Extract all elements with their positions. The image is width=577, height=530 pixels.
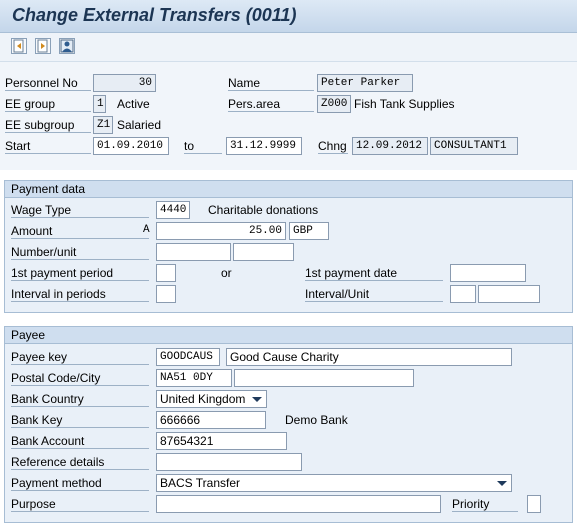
chng-date-field: 12.09.2012	[352, 137, 428, 155]
pers-area-field: Z000	[317, 95, 351, 113]
or-label: or	[221, 266, 232, 280]
bank-account-label: Bank Account	[11, 434, 149, 449]
first-payment-period-input[interactable]	[156, 264, 176, 282]
wage-type-input[interactable]: 4440	[156, 201, 190, 219]
wage-type-label: Wage Type	[11, 203, 149, 218]
amount-sign: A	[143, 224, 150, 236]
title-bar: Change External Transfers (0011)	[0, 0, 577, 33]
payment-data-header: Payment data	[5, 181, 572, 198]
bank-country-value: United Kingdom	[160, 392, 246, 406]
chng-label: Chng	[318, 139, 348, 154]
chng-user-field: CONSULTANT1	[430, 137, 518, 155]
start-label: Start	[5, 139, 91, 154]
postal-code-input[interactable]: NA51 0DY	[156, 369, 232, 387]
payee-title: Payee	[11, 328, 46, 342]
chevron-down-icon	[497, 481, 507, 486]
name-label: Name	[228, 76, 314, 91]
ee-subgroup-field: Z1	[93, 116, 113, 134]
priority-input[interactable]	[527, 495, 541, 513]
number-input[interactable]	[156, 243, 231, 261]
bank-name-text: Demo Bank	[285, 413, 348, 427]
reference-details-input[interactable]	[156, 453, 302, 471]
pers-area-text: Fish Tank Supplies	[354, 97, 455, 111]
wage-type-text: Charitable donations	[208, 203, 319, 217]
unit-of-interval-input[interactable]	[478, 285, 540, 303]
bank-country-dropdown[interactable]: United Kingdom	[156, 390, 267, 408]
amount-input[interactable]: 25.00	[156, 222, 286, 240]
currency-input[interactable]: GBP	[289, 222, 329, 240]
payment-method-value: BACS Transfer	[160, 476, 241, 490]
bank-key-input[interactable]: 666666	[156, 411, 266, 429]
first-payment-period-label: 1st payment period	[11, 266, 149, 281]
first-payment-date-input[interactable]	[450, 264, 526, 282]
next-record-icon[interactable]	[35, 38, 51, 54]
overview-icon[interactable]	[59, 38, 75, 54]
personnel-no-field: 30	[93, 74, 156, 92]
payee-key-input[interactable]: GOODCAUS	[156, 348, 220, 366]
interval-in-periods-input[interactable]	[156, 285, 176, 303]
personnel-no-label: Personnel No	[5, 76, 91, 91]
payee-key-label: Payee key	[11, 350, 149, 365]
payee-header: Payee	[5, 327, 572, 344]
payment-method-dropdown[interactable]: BACS Transfer	[156, 474, 512, 492]
priority-label: Priority	[452, 497, 518, 512]
to-label: to	[184, 139, 222, 154]
purpose-label: Purpose	[11, 497, 149, 512]
page-title: Change External Transfers (0011)	[12, 5, 297, 25]
amount-label: Amount	[11, 224, 149, 239]
unit-input[interactable]	[233, 243, 294, 261]
payment-data-title: Payment data	[11, 182, 86, 196]
postal-code-city-label: Postal Code/City	[11, 371, 149, 386]
bank-country-label: Bank Country	[11, 392, 149, 407]
city-input[interactable]	[234, 369, 414, 387]
ee-group-field: 1	[93, 95, 106, 113]
interval-unit-label: Interval/Unit	[305, 287, 443, 302]
number-unit-label: Number/unit	[11, 245, 149, 260]
first-payment-date-label: 1st payment date	[305, 266, 443, 281]
ee-group-text: Active	[117, 97, 150, 111]
ee-group-label: EE group	[5, 97, 91, 112]
start-date-input[interactable]: 01.09.2010	[93, 137, 169, 155]
end-date-input[interactable]: 31.12.9999	[226, 137, 302, 155]
reference-details-label: Reference details	[11, 455, 149, 470]
ee-subgroup-text: Salaried	[117, 118, 162, 132]
payee-name-input[interactable]: Good Cause Charity	[226, 348, 512, 366]
ee-subgroup-label: EE subgroup	[5, 118, 91, 133]
purpose-input[interactable]	[156, 495, 441, 513]
previous-record-icon[interactable]	[11, 38, 27, 54]
bank-key-label: Bank Key	[11, 413, 149, 428]
application-toolbar	[0, 33, 577, 62]
name-field: Peter Parker	[317, 74, 413, 92]
interval-in-periods-label: Interval in periods	[11, 287, 149, 302]
payment-method-label: Payment method	[11, 476, 149, 491]
interval-input[interactable]	[450, 285, 476, 303]
chevron-down-icon	[252, 397, 262, 402]
pers-area-label: Pers.area	[228, 97, 314, 112]
bank-account-input[interactable]: 87654321	[156, 432, 287, 450]
